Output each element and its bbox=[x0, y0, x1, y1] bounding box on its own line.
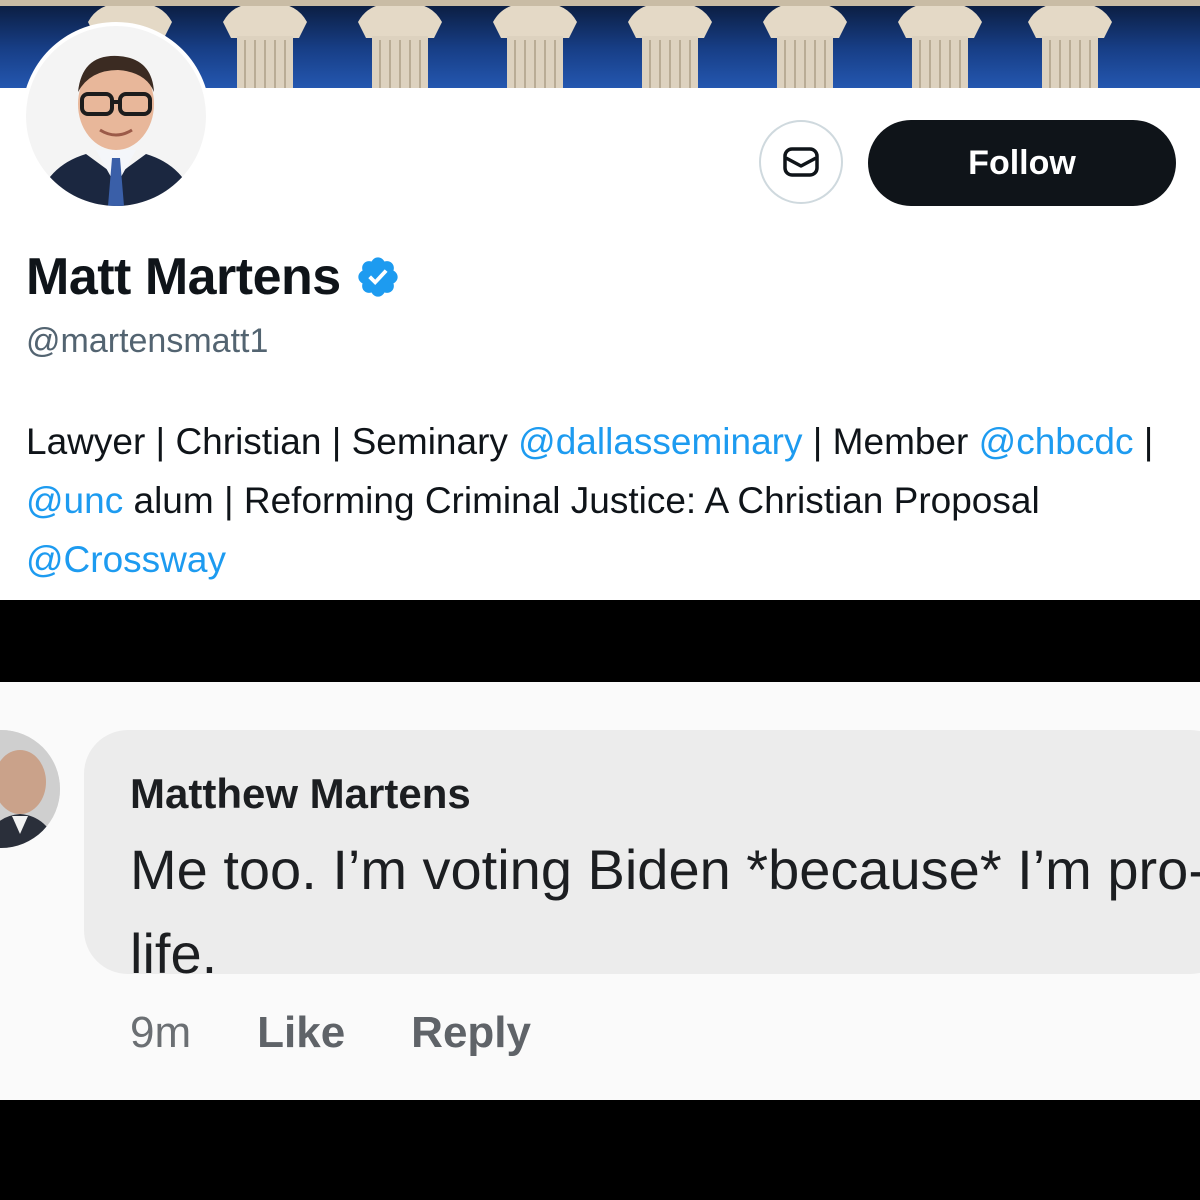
profile-photo bbox=[26, 26, 206, 206]
mention-link[interactable]: @Crossway bbox=[26, 539, 226, 580]
profile-bio: Lawyer | Christian | Seminary @dallassem… bbox=[26, 412, 1176, 589]
commenter-photo bbox=[0, 730, 60, 848]
envelope-icon bbox=[783, 147, 819, 177]
bottom-black-bar bbox=[0, 1100, 1200, 1200]
bio-text: | Member bbox=[802, 421, 979, 462]
profile-avatar[interactable] bbox=[22, 22, 210, 210]
comment-screenshot: Matthew Martens Me too. I’m voting Biden… bbox=[0, 682, 1200, 1100]
banner-column bbox=[1028, 3, 1112, 88]
comment-text: Me too. I’m voting Biden *because* I’m p… bbox=[130, 838, 1200, 985]
message-button[interactable] bbox=[759, 120, 843, 204]
mention-link[interactable]: @unc bbox=[26, 480, 123, 521]
banner-column bbox=[493, 3, 577, 88]
banner-column bbox=[358, 3, 442, 88]
divider-band bbox=[0, 600, 1200, 682]
comment-timestamp[interactable]: 9m bbox=[130, 1008, 191, 1058]
profile-card: Follow Matt Martens @martensmatt1 Lawyer… bbox=[0, 0, 1200, 600]
display-name: Matt Martens bbox=[26, 248, 341, 306]
name-row: Matt Martens bbox=[26, 245, 401, 309]
bio-text: Lawyer | Christian | Seminary bbox=[26, 421, 519, 462]
bio-text: alum | Reforming Criminal Justice: A Chr… bbox=[123, 480, 1040, 521]
comment-author[interactable]: Matthew Martens bbox=[130, 770, 471, 818]
banner-column bbox=[763, 3, 847, 88]
user-handle: @martensmatt1 bbox=[26, 322, 269, 360]
banner-column bbox=[898, 3, 982, 88]
verified-badge-icon[interactable] bbox=[355, 254, 401, 300]
reply-button[interactable]: Reply bbox=[411, 1008, 531, 1058]
commenter-avatar[interactable] bbox=[0, 730, 60, 848]
like-button[interactable]: Like bbox=[257, 1008, 345, 1058]
bio-text: | bbox=[1133, 421, 1154, 462]
mention-link[interactable]: @chbcdc bbox=[979, 421, 1134, 462]
mention-link[interactable]: @dallasseminary bbox=[518, 421, 802, 462]
comment-actions: 9m Like Reply bbox=[130, 1008, 531, 1058]
banner-column bbox=[223, 3, 307, 88]
banner-column bbox=[628, 3, 712, 88]
follow-button[interactable]: Follow bbox=[868, 120, 1176, 206]
banner-architrave bbox=[0, 0, 1200, 6]
